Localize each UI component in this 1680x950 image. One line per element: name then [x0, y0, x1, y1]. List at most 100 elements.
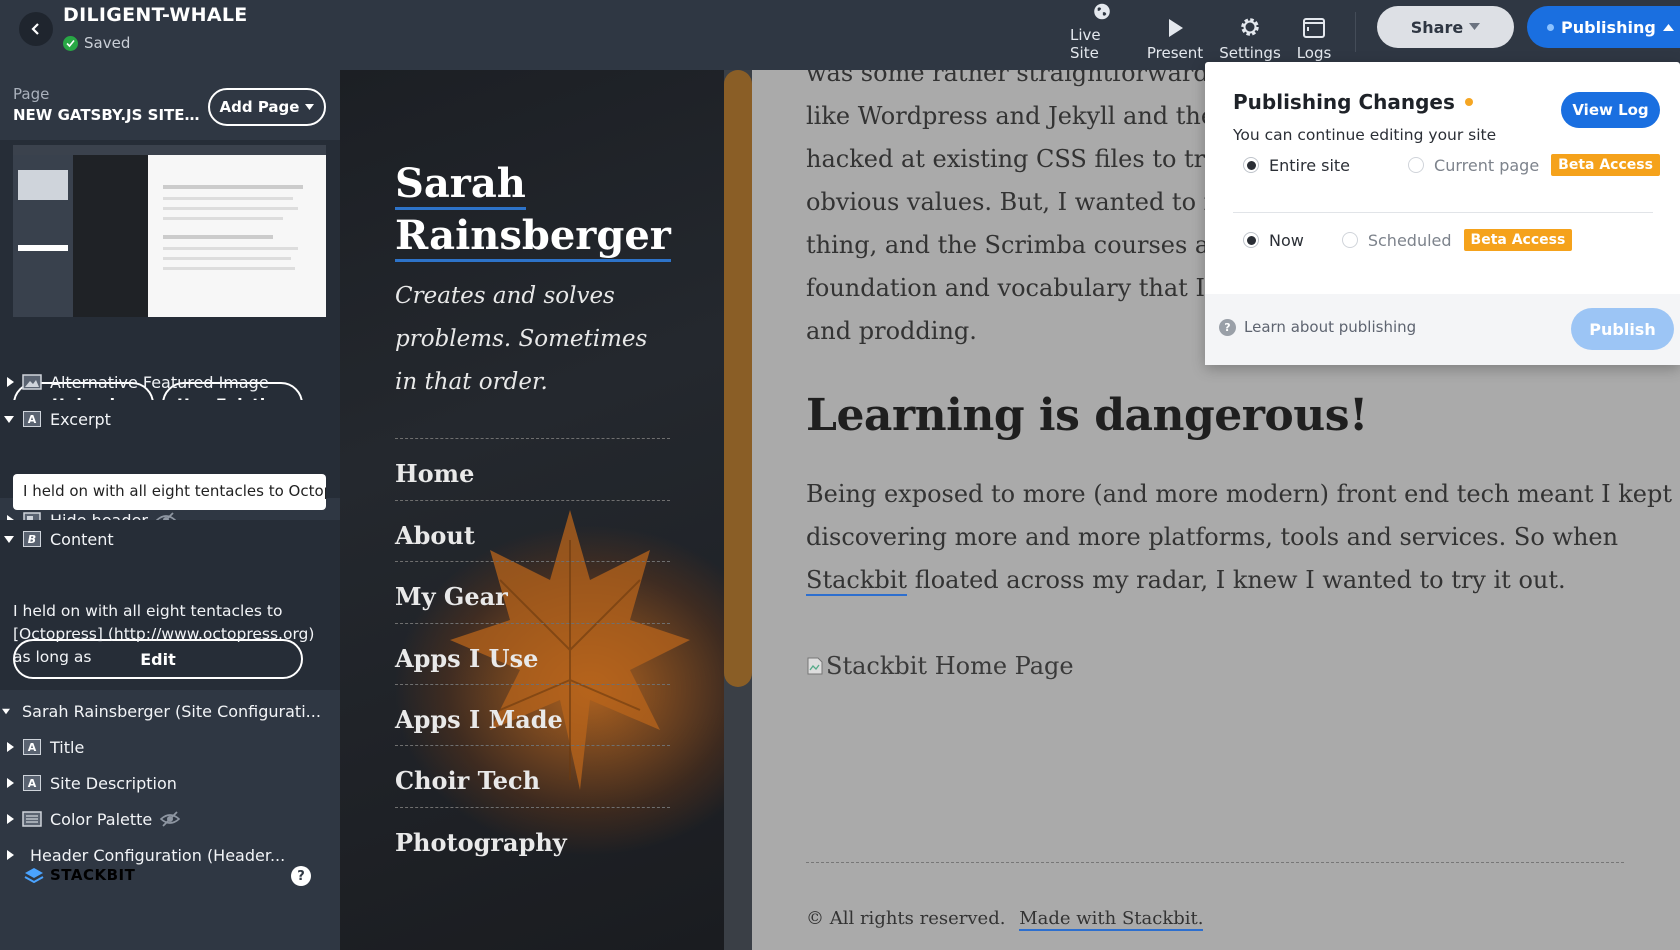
article-heading: Learning is dangerous! [806, 390, 1368, 441]
footer-divider [806, 862, 1624, 863]
nav-apps-i-made[interactable]: Apps I Made [395, 684, 670, 750]
field-site-description[interactable]: A Site Description [0, 764, 340, 802]
excerpt-input[interactable]: I held on with all eight tentacles to Oc… [13, 474, 326, 510]
caret-right-icon [7, 778, 14, 788]
site-name: DILIGENT-WHALE [63, 4, 248, 26]
image-icon [22, 374, 42, 390]
divider [1355, 12, 1356, 52]
back-button[interactable] [19, 12, 53, 46]
field-title[interactable]: A Title [0, 728, 340, 766]
top-bar: DILIGENT-WHALE Saved Live Site Present S… [0, 0, 1680, 70]
nav-about[interactable]: About [395, 500, 670, 566]
featured-image-thumbnail[interactable] [13, 145, 326, 317]
popover-title-text: Publishing Changes [1233, 90, 1455, 114]
text-line: foundation and vocabulary that I ju [806, 274, 1236, 302]
beta-access-badge: Beta Access [1463, 229, 1573, 251]
text-line: hacked at existing CSS files to try t [806, 145, 1236, 173]
markdown-field-icon: B [23, 531, 41, 547]
nav-photography[interactable]: Photography [395, 807, 670, 873]
logs-icon [1303, 18, 1325, 38]
field-label: Alternative Featured Image [50, 372, 269, 392]
site-title-line1: Sarah [395, 160, 526, 210]
text-field-icon: A [23, 411, 41, 427]
section-label: Sarah Rainsberger (Site Configurati... [22, 701, 321, 721]
broken-image-icon [807, 657, 823, 675]
nav-apps-i-use[interactable]: Apps I Use [395, 623, 670, 689]
stackbit-icon [24, 868, 44, 883]
field-label: Header Configuration (Header... [30, 845, 286, 865]
field-color-palette[interactable]: Color Palette [0, 800, 340, 838]
caret-down-icon [1469, 23, 1481, 30]
help-icon[interactable]: ? [291, 866, 311, 886]
field-excerpt[interactable]: A Excerpt [0, 400, 340, 438]
popover-footer: ? Learn about publishing Publish [1205, 294, 1680, 365]
publish-button[interactable]: Publish [1571, 308, 1674, 350]
pending-dot [1464, 98, 1473, 106]
field-content[interactable]: B Content [0, 520, 340, 558]
caret-right-icon [7, 814, 14, 824]
logs-label: Logs [1296, 44, 1332, 62]
logs-button[interactable]: Logs [1294, 2, 1334, 62]
caret-right-icon [7, 850, 14, 860]
site-footer: © All rights reserved. Made with Stackbi… [806, 908, 1204, 931]
text-line: floated across my radar, I knew I wanted… [907, 566, 1566, 594]
radio-now[interactable] [1243, 232, 1259, 248]
eye-slash-icon [160, 811, 181, 827]
view-log-label: View Log [1572, 101, 1649, 119]
field-label: Color Palette [50, 809, 153, 829]
text-field-icon: A [23, 775, 41, 791]
save-status: Saved [63, 34, 130, 52]
radio-current-page[interactable] [1408, 157, 1425, 173]
chevron-left-icon [31, 23, 39, 35]
site-description: Creates and solves problems. Sometimes i… [395, 283, 648, 395]
scrollbar-thumb[interactable] [724, 70, 752, 687]
nav-home[interactable]: Home [395, 438, 670, 504]
radio-label: Scheduled [1367, 230, 1452, 250]
stackbit-link[interactable]: Stackbit [806, 566, 908, 596]
nav-my-gear[interactable]: My Gear [395, 561, 670, 627]
site-title-line2: Rainsberger [395, 212, 671, 262]
divider [1233, 212, 1653, 213]
made-with-stackbit-link[interactable]: Made with Stackbit. [1019, 908, 1204, 931]
settings-button[interactable]: Settings [1218, 2, 1282, 62]
caret-right-icon [7, 742, 14, 752]
page-name: NEW GATSBY.JS SITE V... [13, 106, 203, 124]
share-button[interactable]: Share [1377, 6, 1514, 48]
caret-down-icon [2, 708, 10, 714]
check-icon [63, 35, 78, 51]
radio-label: Now [1269, 230, 1304, 250]
article-paragraph: was some rather straightforward H like W… [806, 70, 1241, 353]
nav-choir-tech[interactable]: Choir Tech [395, 745, 670, 811]
list-field-icon [22, 811, 42, 827]
scope-radio-group: Entire site Current page Beta Access [1243, 154, 1660, 176]
radio-entire-site[interactable] [1243, 157, 1259, 173]
publish-label: Publish [1589, 319, 1656, 339]
field-label: Excerpt [50, 409, 111, 429]
text-line: thing, and the Scrimba courses are [806, 231, 1235, 259]
question-icon: ? [1219, 318, 1236, 336]
publishing-popover: Publishing Changes You can continue edit… [1205, 62, 1680, 365]
globe-icon [1094, 3, 1110, 20]
field-alternative-featured-image[interactable]: Alternative Featured Image [0, 363, 340, 401]
save-status-label: Saved [84, 34, 131, 52]
live-site-button[interactable]: Live Site [1070, 2, 1134, 62]
content-preview: I held on with all eight tentacles to [O… [13, 602, 315, 666]
view-log-button[interactable]: View Log [1561, 92, 1660, 128]
image-alt-text: Stackbit Home Page [826, 652, 1074, 680]
text-field-icon: A [23, 739, 41, 755]
beta-access-badge: Beta Access [1551, 154, 1660, 176]
radio-scheduled[interactable] [1341, 232, 1358, 248]
field-label: Content [50, 529, 114, 549]
play-icon [1169, 19, 1183, 37]
present-button[interactable]: Present [1145, 2, 1205, 62]
learn-about-publishing-link[interactable]: ? Learn about publishing [1219, 318, 1416, 336]
site-title[interactable]: Sarah Rainsberger [395, 158, 695, 262]
publishing-button[interactable]: Publishing [1527, 6, 1680, 48]
text-line: was some rather straightforward H [806, 70, 1238, 87]
article-paragraph: Being exposed to more (and more modern) … [806, 473, 1672, 602]
stackbit-logo: STACKBIT [24, 866, 135, 884]
add-page-button[interactable]: Add Page [208, 88, 326, 126]
status-dot [1547, 23, 1554, 31]
site-config-section[interactable]: Sarah Rainsberger (Site Configurati... [0, 692, 340, 730]
brand-label: STACKBIT [50, 866, 136, 884]
